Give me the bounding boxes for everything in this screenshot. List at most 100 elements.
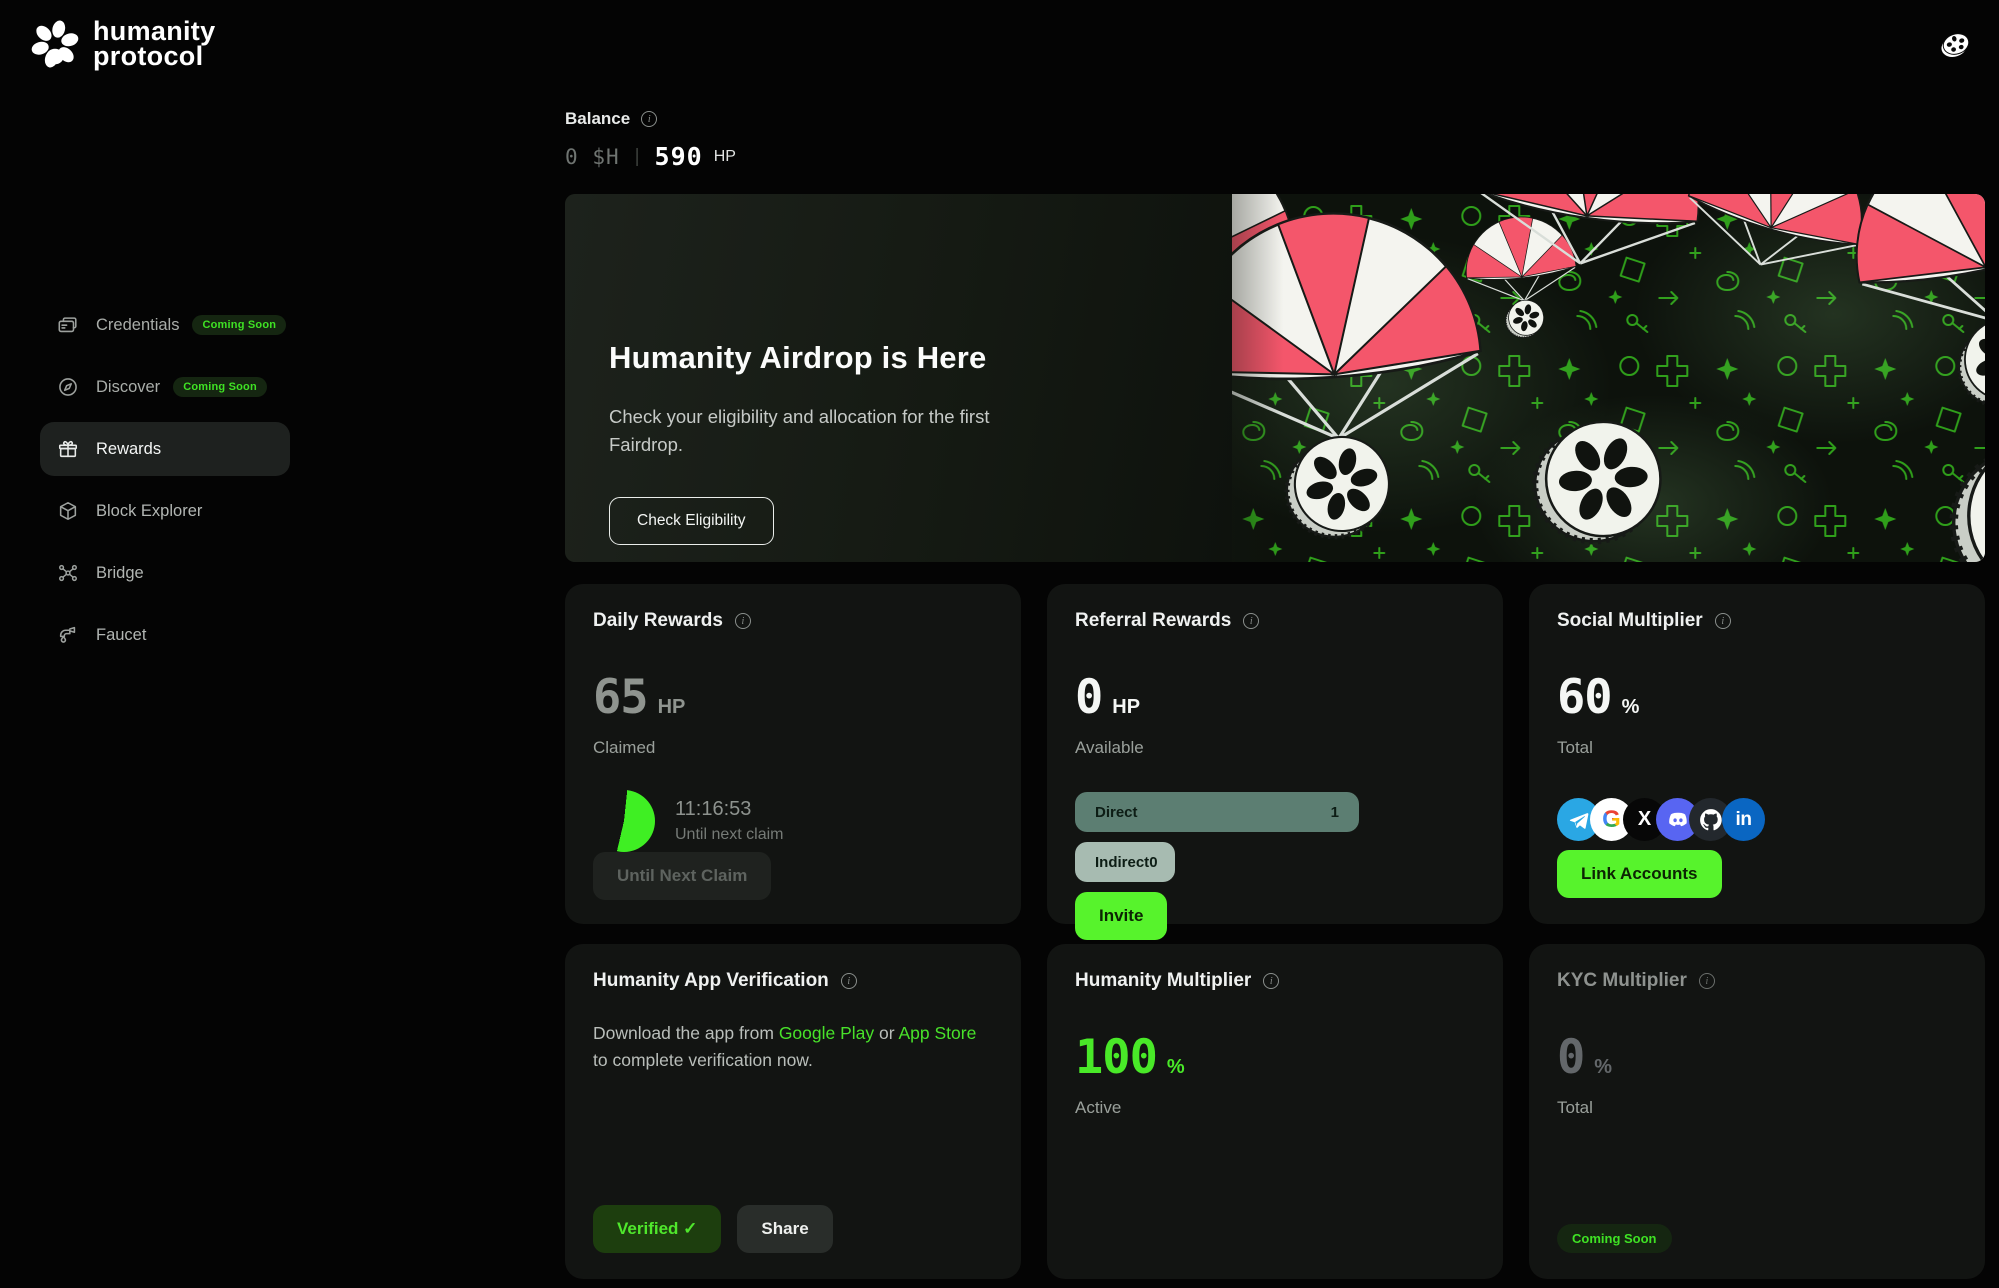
social-unit: % [1622, 696, 1640, 719]
humanity-multiplier-sublabel: Active [1075, 1098, 1475, 1118]
info-icon[interactable]: i [1263, 973, 1279, 989]
info-icon[interactable]: i [735, 613, 751, 629]
hero-title: Humanity Airdrop is Here [609, 340, 1232, 376]
share-button[interactable]: Share [737, 1205, 832, 1253]
humanity-multiplier-value: 100 [1075, 1030, 1157, 1085]
balance-values: 0 $H | 590 HP [565, 142, 1985, 171]
timer-value: 11:16:53 [675, 798, 783, 821]
until-next-claim-button[interactable]: Until Next Claim [593, 852, 771, 900]
sidebar-item-rewards[interactable]: Rewards [40, 422, 290, 476]
sidebar-item-label: Block Explorer [96, 502, 202, 521]
bar-count: 0 [1149, 854, 1157, 871]
claim-timer: 11:16:53 Until next claim [593, 790, 993, 852]
coming-soon-badge: Coming Soon [192, 315, 286, 335]
sidebar-item-label: Discover [96, 378, 160, 397]
linkedin-icon: in [1722, 798, 1765, 841]
hp-unit: HP [714, 148, 736, 166]
referral-rewards-card: Referral Rewards i 0 HP Available Direct… [1047, 584, 1503, 924]
info-icon[interactable]: i [841, 973, 857, 989]
airdrop-hero-banner: Humanity Airdrop is Here Check your elig… [565, 194, 1985, 562]
info-icon[interactable]: i [1699, 973, 1715, 989]
coming-soon-badge: Coming Soon [173, 377, 267, 397]
daily-value: 65 [593, 670, 648, 725]
verified-button[interactable]: Verified ✓ [593, 1205, 721, 1253]
social-value: 60 [1557, 670, 1612, 725]
card-title: Social Multiplier [1557, 610, 1703, 632]
social-multiplier-card: Social Multiplier i 60 % Total G X [1529, 584, 1985, 924]
kyc-multiplier-card: KYC Multiplier i 0 % Total Coming Soon [1529, 944, 1985, 1279]
sidebar-item-label: Bridge [96, 564, 144, 583]
balance-header: Balance i [565, 109, 1985, 129]
google-play-link[interactable]: Google Play [779, 1023, 874, 1043]
referral-unit: HP [1112, 696, 1140, 719]
faucet-icon [57, 624, 79, 646]
coin-icon[interactable] [1939, 29, 1973, 59]
hero-text-panel: Humanity Airdrop is Here Check your elig… [565, 194, 1232, 562]
kyc-unit: % [1594, 1056, 1612, 1079]
card-title: KYC Multiplier [1557, 970, 1687, 992]
info-icon[interactable]: i [641, 111, 657, 127]
bar-count: 1 [1331, 804, 1339, 821]
balance-label: Balance [565, 109, 630, 129]
info-icon[interactable]: i [1243, 613, 1259, 629]
referral-value: 0 [1075, 670, 1102, 725]
bar-label: Direct [1095, 804, 1138, 821]
sidebar-item-bridge[interactable]: Bridge [40, 546, 290, 600]
card-title: Referral Rewards [1075, 610, 1231, 632]
linked-social-accounts: G X in [1557, 798, 1957, 841]
rewards-card-grid: Daily Rewards i 65 HP Claimed 11:16:53 U… [565, 584, 1985, 1279]
direct-referrals-bar: Direct 1 [1075, 792, 1359, 832]
social-sublabel: Total [1557, 738, 1957, 758]
app-store-link[interactable]: App Store [898, 1023, 976, 1043]
kyc-sublabel: Total [1557, 1098, 1957, 1118]
humanity-fingerprint-logo [30, 19, 80, 69]
desc-text: to complete verification now. [593, 1050, 813, 1070]
cube-icon [57, 500, 79, 522]
timer-pie-icon [593, 790, 655, 852]
check-icon: ✓ [683, 1219, 697, 1238]
check-eligibility-button[interactable]: Check Eligibility [609, 497, 774, 545]
bridge-nodes-icon [57, 562, 79, 584]
card-title: Humanity Multiplier [1075, 970, 1251, 992]
hero-description: Check your eligibility and allocation fo… [609, 403, 1019, 459]
hero-illustration [1232, 194, 1985, 562]
credentials-icon [57, 314, 79, 336]
sidebar-item-discover[interactable]: Discover Coming Soon [40, 360, 290, 414]
main-content: Balance i 0 $H | 590 HP Humanity Airdrop… [565, 88, 1999, 1279]
daily-rewards-card: Daily Rewards i 65 HP Claimed 11:16:53 U… [565, 584, 1021, 924]
sidebar-item-label: Faucet [96, 626, 146, 645]
topbar: humanity protocol [0, 0, 1999, 88]
sidebar-item-label: Rewards [96, 440, 161, 459]
link-accounts-button[interactable]: Link Accounts [1557, 850, 1722, 898]
indirect-referrals-bar: Indirect 0 [1075, 842, 1175, 882]
sidebar-item-block-explorer[interactable]: Block Explorer [40, 484, 290, 538]
coming-soon-badge: Coming Soon [1557, 1224, 1672, 1253]
invite-button[interactable]: Invite [1075, 892, 1167, 940]
humanity-multiplier-unit: % [1167, 1056, 1185, 1079]
card-title: Daily Rewards [593, 610, 723, 632]
card-title: Humanity App Verification [593, 970, 829, 992]
daily-sublabel: Claimed [593, 738, 993, 758]
brand-logo[interactable]: humanity protocol [30, 19, 215, 69]
bar-label: Indirect [1095, 854, 1149, 871]
referral-sublabel: Available [1075, 738, 1475, 758]
sidebar-item-faucet[interactable]: Faucet [40, 608, 290, 662]
desc-text: or [874, 1023, 898, 1043]
info-icon[interactable]: i [1715, 613, 1731, 629]
discover-icon [57, 376, 79, 398]
humanity-multiplier-card: Humanity Multiplier i 100 % Active [1047, 944, 1503, 1279]
desc-text: Download the app from [593, 1023, 779, 1043]
kyc-value: 0 [1557, 1030, 1584, 1085]
gift-icon [57, 438, 79, 460]
sidebar: Credentials Coming Soon Discover Coming … [0, 88, 565, 1279]
balance-divider: | [635, 146, 640, 168]
app-verification-card: Humanity App Verification i Download the… [565, 944, 1021, 1279]
parachute-coins-illustration [1232, 194, 1985, 562]
timer-label: Until next claim [675, 826, 783, 844]
verification-description: Download the app from Google Play or App… [593, 1020, 993, 1074]
sidebar-item-credentials[interactable]: Credentials Coming Soon [40, 298, 290, 352]
hp-balance: 590 [655, 142, 703, 171]
daily-unit: HP [658, 696, 686, 719]
referral-bars: Direct 1 Indirect 0 [1075, 792, 1475, 892]
h-balance: 0 $H [565, 145, 620, 169]
